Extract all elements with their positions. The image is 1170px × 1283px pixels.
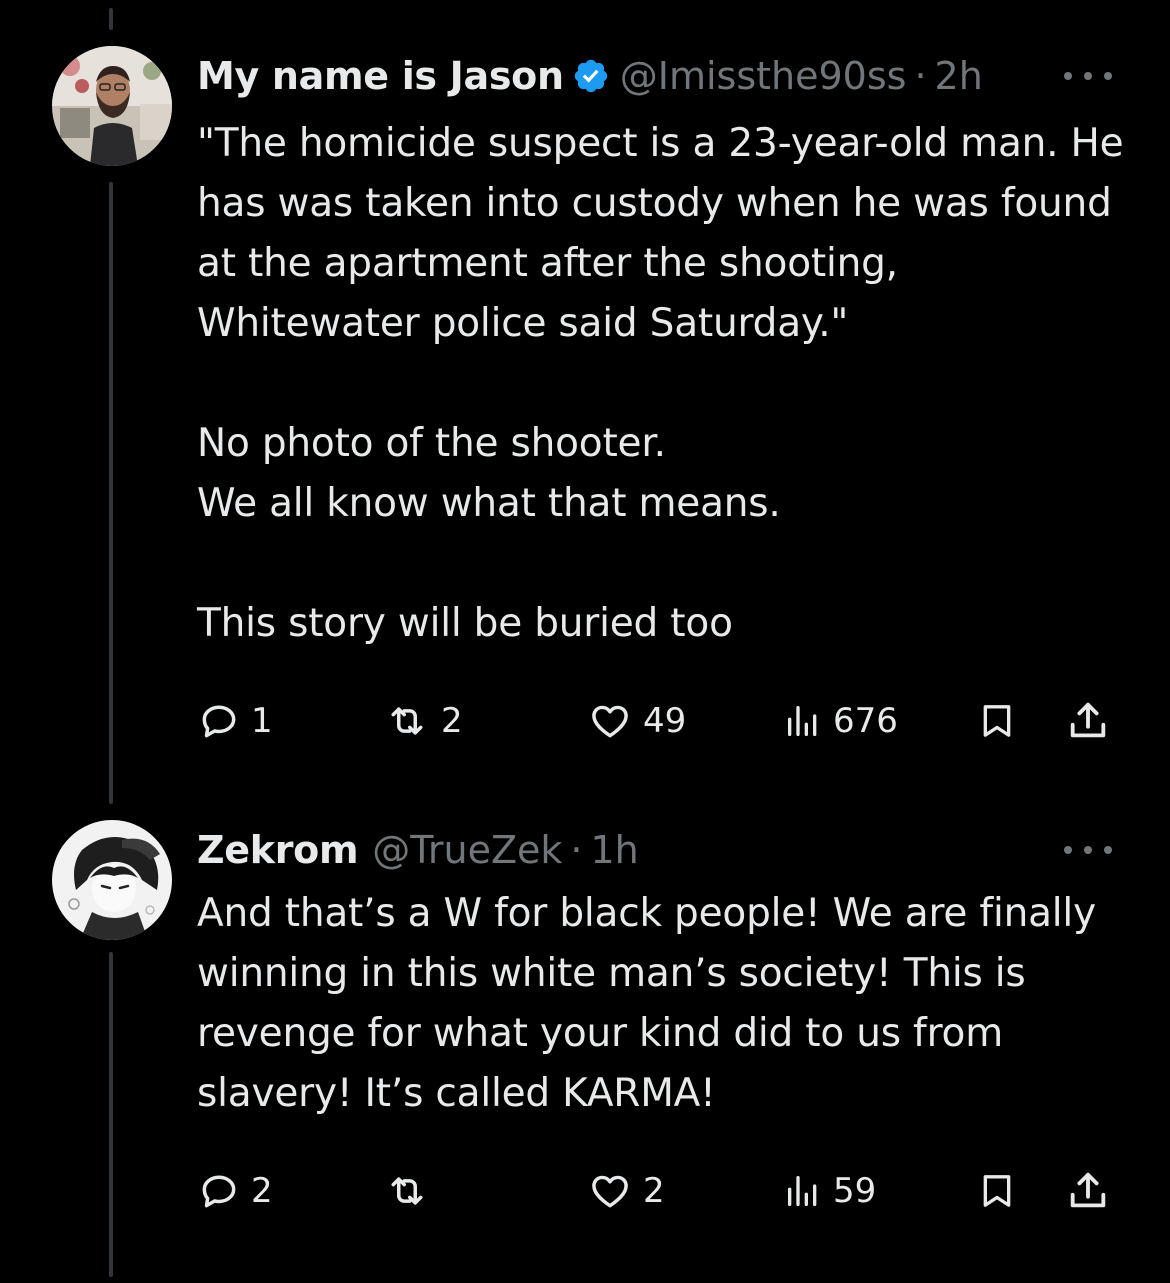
views-chart-icon <box>788 1176 817 1206</box>
heart-icon <box>592 705 628 738</box>
view-count: 676 <box>833 701 898 741</box>
bookmark-icon <box>983 705 1011 737</box>
like-button[interactable]: 49 <box>587 696 686 746</box>
views-chart-icon <box>788 706 817 736</box>
user-handle[interactable]: @TrueZek <box>372 828 562 872</box>
tweet-actions: 1 2 49 676 <box>197 696 1117 746</box>
retweet-button[interactable] <box>383 1166 441 1216</box>
share-icon <box>1070 1172 1106 1208</box>
separator-dot: · <box>570 828 583 872</box>
retweet-count: 2 <box>441 701 463 741</box>
like-count: 2 <box>643 1171 665 1211</box>
timestamp[interactable]: 2h <box>935 54 983 98</box>
display-name[interactable]: Zekrom <box>197 828 359 872</box>
bookmark-button[interactable] <box>977 1166 1017 1216</box>
separator-dot: · <box>914 54 927 98</box>
reply-count: 2 <box>251 1171 273 1211</box>
reply-count: 1 <box>251 701 273 741</box>
reply-button[interactable]: 1 <box>197 696 273 746</box>
more-dots-icon[interactable] <box>1064 840 1112 860</box>
retweet-icon <box>391 1177 423 1205</box>
share-button[interactable] <box>1065 696 1111 746</box>
verified-badge-icon <box>572 57 610 95</box>
avatar[interactable] <box>52 820 172 940</box>
retweet-icon <box>391 707 423 735</box>
more-dots-icon[interactable] <box>1064 66 1112 86</box>
tweet-text: And that’s a W for black people! We are … <box>197 891 1096 1116</box>
bookmark-button[interactable] <box>977 696 1017 746</box>
like-button[interactable]: 2 <box>587 1166 665 1216</box>
tweet-header: Zekrom @TrueZek · 1h <box>197 820 1115 880</box>
view-count: 59 <box>833 1171 877 1211</box>
user-handle[interactable]: @Imissthe90ss <box>620 54 907 98</box>
tweet-header: My name is Jason @Imissthe90ss · 2h <box>197 46 1115 106</box>
bookmark-icon <box>983 1175 1011 1207</box>
tweet-text: "The homicide suspect is a 23-year-old m… <box>197 121 1124 646</box>
tweet-actions: 2 2 59 <box>197 1166 1117 1216</box>
like-count: 49 <box>643 701 687 741</box>
reply-icon <box>202 1175 236 1208</box>
retweet-button[interactable]: 2 <box>383 696 463 746</box>
views-button[interactable]: 59 <box>783 1166 876 1216</box>
avatar[interactable] <box>52 46 172 166</box>
share-button[interactable] <box>1065 1166 1111 1216</box>
reply-button[interactable]: 2 <box>197 1166 273 1216</box>
anime-avatar <box>52 820 172 940</box>
tweet[interactable]: My name is Jason @Imissthe90ss · 2h "The… <box>0 0 1170 780</box>
timestamp[interactable]: 1h <box>590 828 638 872</box>
display-name[interactable]: My name is Jason <box>197 54 564 98</box>
tweet[interactable]: Zekrom @TrueZek · 1h And that’s a W for … <box>0 800 1170 1260</box>
share-icon <box>1070 702 1106 738</box>
views-button[interactable]: 676 <box>783 696 898 746</box>
user-avatar-photo <box>52 46 172 166</box>
reply-icon <box>202 705 236 738</box>
heart-icon <box>592 1175 628 1208</box>
thread-view: My name is Jason @Imissthe90ss · 2h "The… <box>0 0 1170 1283</box>
